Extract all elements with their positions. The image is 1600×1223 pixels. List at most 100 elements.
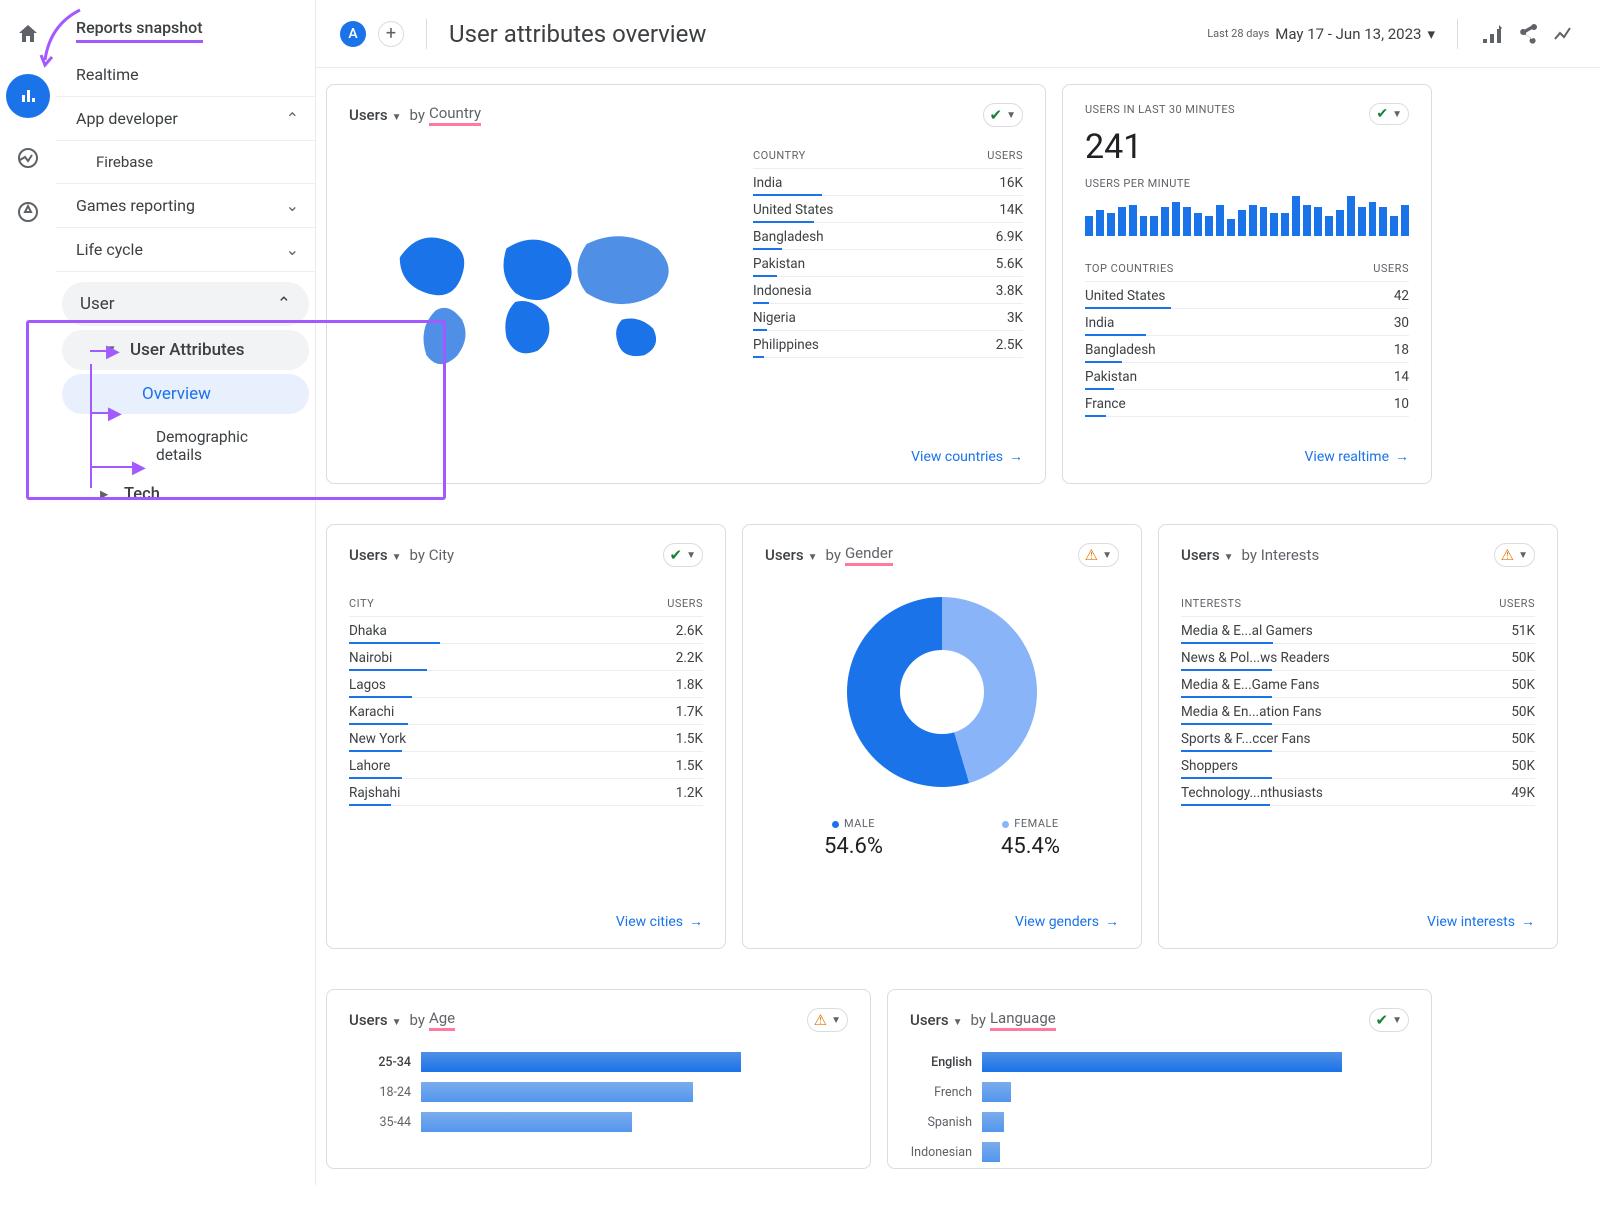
table-row[interactable]: Technology...nthusiasts49K <box>1181 779 1535 806</box>
bar-row: Spanish <box>910 1112 1409 1132</box>
bar-row: Indonesian <box>910 1142 1409 1162</box>
realtime-count: 241 <box>1085 127 1409 167</box>
nav-reports-snapshot[interactable]: Reports snapshot <box>56 16 315 53</box>
card-status-menu[interactable]: ✔▼ <box>983 103 1023 127</box>
annotation-tree-line <box>90 364 92 488</box>
language-bar-chart: EnglishFrenchSpanishIndonesian <box>910 1052 1409 1162</box>
users-by-country-card: Users▼ by Country ✔▼ <box>326 84 1046 484</box>
nav-overview[interactable]: Overview <box>62 374 309 414</box>
metric-select[interactable]: Users▼ <box>910 1011 967 1029</box>
users-by-city-card: Users▼ by City ✔▼ CITYUSERS Dhaka2.6KNai… <box>326 524 726 949</box>
table-row[interactable]: Shoppers50K <box>1181 752 1535 779</box>
table-row[interactable]: India16K <box>753 169 1023 196</box>
insights-icon[interactable] <box>1552 22 1576 46</box>
table-row[interactable]: Nigeria3K <box>753 304 1023 331</box>
arrow-right-icon: → <box>1105 913 1119 930</box>
table-row[interactable]: India30 <box>1085 309 1409 336</box>
table-row[interactable]: France10 <box>1085 390 1409 417</box>
bar-row: English <box>910 1052 1409 1072</box>
table-row[interactable]: Lahore1.5K <box>349 752 703 779</box>
table-row[interactable]: Media & E...al Gamers51K <box>1181 617 1535 644</box>
table-row[interactable]: Karachi1.7K <box>349 698 703 725</box>
gender-legend: MALE54.6% FEMALE45.4% <box>765 817 1119 859</box>
users-by-gender-card: Users▼ by Gender ⚠▼ MALE54.6% FEMALE45.4… <box>742 524 1142 949</box>
caret-right-icon: ▸ <box>100 484 114 504</box>
metric-select[interactable]: Users▼ <box>349 1011 406 1029</box>
metric-select[interactable]: Users▼ <box>349 106 406 124</box>
table-row[interactable]: Pakistan5.6K <box>753 250 1023 277</box>
table-row[interactable]: New York1.5K <box>349 725 703 752</box>
nav-realtime[interactable]: Realtime <box>56 53 315 97</box>
city-table: CITYUSERS Dhaka2.6KNairobi2.2KLagos1.8KK… <box>349 591 703 806</box>
card-status-menu[interactable]: ⚠▼ <box>807 1008 848 1032</box>
view-genders-link[interactable]: View genders→ <box>1015 913 1119 930</box>
sidebar-nav: Reports snapshot Realtime App developer⌃… <box>56 0 316 1185</box>
annotation-arrow-user: ▶ <box>106 341 120 362</box>
users-per-minute-chart <box>1085 196 1409 236</box>
table-row[interactable]: Indonesia3.8K <box>753 277 1023 304</box>
table-row[interactable]: Media & En...ation Fans50K <box>1181 698 1535 725</box>
interests-table: INTERESTSUSERS Media & E...al Gamers51KN… <box>1181 591 1535 806</box>
view-countries-link[interactable]: View countries→ <box>911 448 1023 465</box>
nav-games-reporting[interactable]: Games reporting⌄ <box>56 184 315 228</box>
chevron-down-icon: ▾ <box>1427 25 1435 43</box>
nav-app-developer[interactable]: App developer⌃ <box>56 97 315 141</box>
metric-select[interactable]: Users▼ <box>1181 546 1238 564</box>
add-comparison-button[interactable]: + <box>378 21 404 47</box>
users-by-language-card: Users▼ by Language ✔▼ EnglishFrenchSpani… <box>887 989 1432 1169</box>
nav-life-cycle[interactable]: Life cycle⌄ <box>56 228 315 272</box>
arrow-right-icon: → <box>1395 448 1409 465</box>
per-minute-label: USERS PER MINUTE <box>1085 177 1409 190</box>
main-content: A + User attributes overview Last 28 day… <box>316 0 1600 1185</box>
card-status-menu[interactable]: ✔▼ <box>1369 103 1409 125</box>
table-row[interactable]: United States14K <box>753 196 1023 223</box>
edit-comparisons-icon[interactable] <box>1480 22 1504 46</box>
table-row[interactable]: Rajshahi1.2K <box>349 779 703 806</box>
home-icon[interactable] <box>14 20 42 48</box>
view-realtime-link[interactable]: View realtime→ <box>1305 448 1409 465</box>
table-row[interactable]: Lagos1.8K <box>349 671 703 698</box>
nav-firebase[interactable]: Firebase <box>56 141 315 184</box>
table-row[interactable]: Pakistan14 <box>1085 363 1409 390</box>
view-cities-link[interactable]: View cities→ <box>616 913 703 930</box>
table-row[interactable]: Sports & F...ccer Fans50K <box>1181 725 1535 752</box>
annotation-arrow-ov: ▶ <box>132 457 146 478</box>
metric-select[interactable]: Users▼ <box>765 546 822 564</box>
bar-row: 35-44 <box>349 1112 848 1132</box>
table-row[interactable]: Bangladesh6.9K <box>753 223 1023 250</box>
page-header: A + User attributes overview Last 28 day… <box>316 0 1600 68</box>
table-row[interactable]: Media & E...Game Fans50K <box>1181 671 1535 698</box>
chevron-down-icon: ⌄ <box>286 240 299 259</box>
card-status-menu[interactable]: ✔▼ <box>1369 1008 1409 1032</box>
annotation-arrow-ua: ▶ <box>108 403 122 424</box>
card-status-menu[interactable]: ✔▼ <box>663 543 703 567</box>
metric-select[interactable]: Users▼ <box>349 546 406 564</box>
table-row[interactable]: News & Pol...ws Readers50K <box>1181 644 1535 671</box>
explore-icon[interactable] <box>14 144 42 172</box>
bar-row: 25-34 <box>349 1052 848 1072</box>
table-row[interactable]: Philippines2.5K <box>753 331 1023 358</box>
nav-user[interactable]: User⌃ <box>62 282 309 326</box>
gender-donut-chart <box>847 597 1037 787</box>
audience-badge[interactable]: A <box>340 21 366 47</box>
chevron-up-icon: ⌃ <box>277 294 291 314</box>
chevron-down-icon: ⌄ <box>286 196 299 215</box>
country-table: COUNTRYUSERS India16KUnited States14KBan… <box>753 143 1023 448</box>
reports-icon[interactable] <box>6 74 50 118</box>
view-interests-link[interactable]: View interests→ <box>1427 913 1535 930</box>
table-row[interactable]: Nairobi2.2K <box>349 644 703 671</box>
advertising-icon[interactable] <box>14 198 42 226</box>
arrow-right-icon: → <box>1521 913 1535 930</box>
card-status-menu[interactable]: ⚠▼ <box>1494 543 1535 567</box>
bar-row: 18-24 <box>349 1082 848 1102</box>
nav-tech[interactable]: ▸ Tech <box>56 474 315 514</box>
realtime-label: USERS IN LAST 30 MINUTES <box>1085 103 1235 125</box>
share-icon[interactable] <box>1516 22 1540 46</box>
dimension-label: Country <box>429 104 481 126</box>
table-row[interactable]: Bangladesh18 <box>1085 336 1409 363</box>
chevron-up-icon: ⌃ <box>286 109 299 128</box>
date-range-picker[interactable]: Last 28 days May 17 - Jun 13, 2023 ▾ <box>1207 25 1435 43</box>
table-row[interactable]: United States42 <box>1085 282 1409 309</box>
table-row[interactable]: Dhaka2.6K <box>349 617 703 644</box>
card-status-menu[interactable]: ⚠▼ <box>1078 543 1119 567</box>
